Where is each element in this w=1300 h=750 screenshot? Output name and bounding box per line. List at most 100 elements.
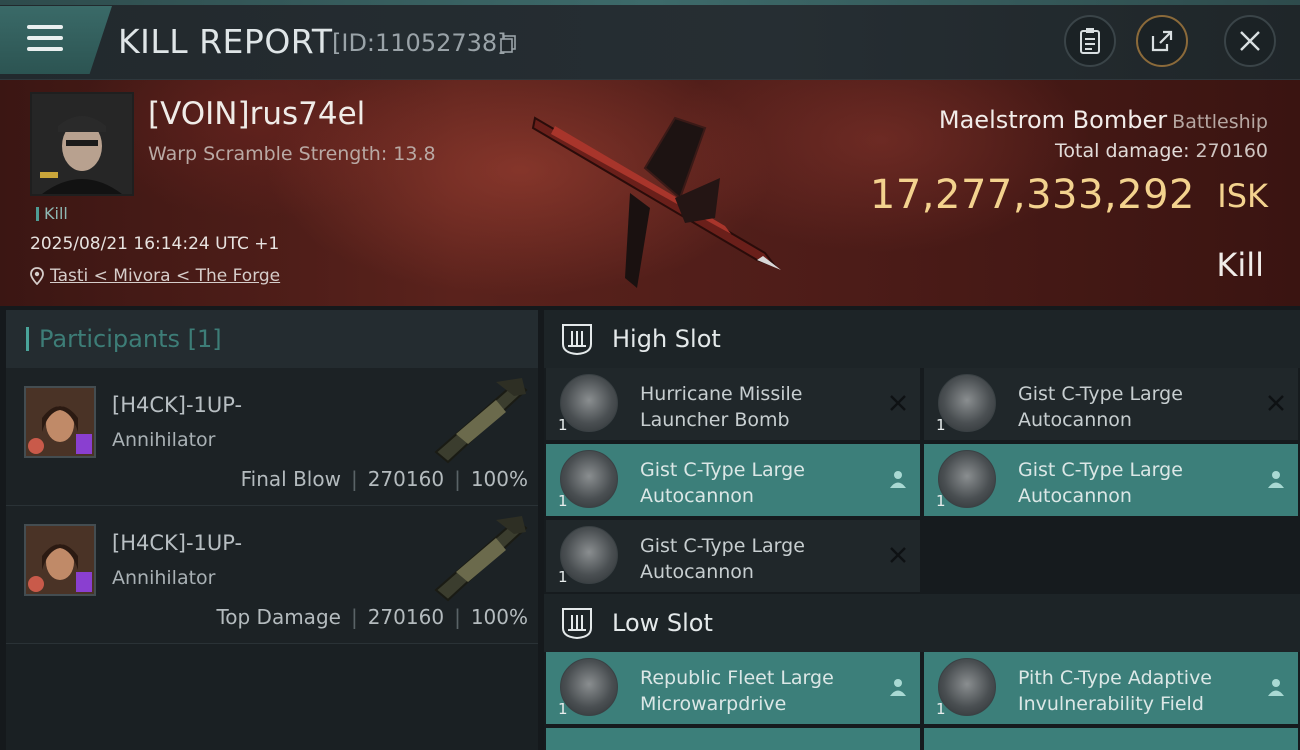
module-name: Pith C-Type Adaptive Invulnerability Fie… xyxy=(1018,667,1212,715)
module-item-partial[interactable] xyxy=(924,728,1298,750)
module-quantity: 1 xyxy=(936,416,946,434)
rank-badge-icon xyxy=(76,434,92,454)
victim-avatar[interactable] xyxy=(30,92,134,196)
total-damage: Total damage: 270160 xyxy=(1055,140,1268,162)
close-icon xyxy=(1240,31,1260,51)
menu-icon-bar xyxy=(27,47,63,51)
kill-datetime: 2025/08/21 16:14:24 UTC +1 xyxy=(30,234,280,254)
participant-row[interactable]: [H4CK]-1UP- Annihilator Top Damage | 270… xyxy=(6,506,538,644)
participant-role: Top Damage xyxy=(216,605,341,629)
participant-name[interactable]: [H4CK]-1UP- xyxy=(112,393,242,417)
menu-icon xyxy=(27,25,63,29)
share-button[interactable] xyxy=(1136,15,1188,67)
close-button[interactable] xyxy=(1224,15,1276,67)
high-slot-header: High Slot xyxy=(544,310,1300,368)
victim-ship-image xyxy=(531,116,781,288)
module-name: Hurricane Missile Launcher Bomb xyxy=(640,383,803,431)
victim-portrait-image xyxy=(32,94,132,194)
microwarpdrive-icon xyxy=(560,658,618,716)
module-item[interactable]: 1 Hurricane Missile Launcher Bomb xyxy=(546,368,920,440)
isk-value: 17,277,333,292 xyxy=(869,172,1195,218)
participant-damage: 270160 xyxy=(367,467,445,491)
dropped-user-icon xyxy=(890,679,906,696)
total-damage-value: 270160 xyxy=(1195,140,1268,162)
invulnerability-field-icon xyxy=(938,658,996,716)
participant-damage: 270160 xyxy=(367,605,445,629)
destroyed-icon xyxy=(1268,395,1284,411)
participant-ship: Annihilator xyxy=(112,429,216,451)
victim-name[interactable]: [VOIN]rus74el xyxy=(148,96,365,132)
top-bar: KILL REPORT [ID:11052738] xyxy=(0,0,1300,80)
ship-class: Battleship xyxy=(1172,111,1268,133)
module-name: Republic Fleet Large Microwarpdrive xyxy=(640,667,834,715)
dropped-user-icon xyxy=(890,471,906,488)
participant-ship: Annihilator xyxy=(112,567,216,589)
module-quantity: 1 xyxy=(558,700,568,718)
module-item[interactable]: 1 Gist C-Type Large Autocannon xyxy=(924,368,1298,440)
rank-badge-icon xyxy=(76,572,92,592)
module-item-partial[interactable] xyxy=(546,728,920,750)
participant-stats: Final Blow | 270160 | 100% xyxy=(241,467,528,491)
participants-title: Participants [1] xyxy=(39,325,222,353)
corp-badge-icon xyxy=(28,576,44,592)
dropped-user-icon xyxy=(1268,679,1284,696)
participant-percent: 100% xyxy=(470,467,528,491)
clipboard-button[interactable] xyxy=(1064,15,1116,67)
module-item[interactable]: 1 Gist C-Type Large Autocannon xyxy=(546,520,920,592)
stat-divider: | xyxy=(350,605,358,629)
high-slot-title: High Slot xyxy=(612,325,721,353)
low-slot-header: Low Slot xyxy=(544,594,1300,652)
missile-launcher-icon xyxy=(560,374,618,432)
participant-avatar[interactable] xyxy=(24,524,96,596)
kill-location[interactable]: Tasti < Mivora < The Forge xyxy=(30,266,280,286)
participant-name[interactable]: [H4CK]-1UP- xyxy=(112,531,242,555)
warp-scramble-strength: Warp Scramble Strength: 13.8 xyxy=(148,143,436,165)
autocannon-icon xyxy=(560,450,618,508)
autocannon-icon xyxy=(560,526,618,584)
module-name: Gist C-Type Large Autocannon xyxy=(1018,459,1183,507)
isk-unit: ISK xyxy=(1217,177,1268,215)
participant-avatar[interactable] xyxy=(24,386,96,458)
ship-info: Maelstrom Bomber Battleship xyxy=(939,106,1268,134)
high-slot-icon xyxy=(562,324,592,356)
total-damage-label: Total damage: xyxy=(1055,140,1190,162)
module-quantity: 1 xyxy=(558,568,568,586)
page-title: KILL REPORT xyxy=(118,22,333,61)
ship-name[interactable]: Maelstrom Bomber xyxy=(939,106,1167,134)
module-name: Gist C-Type Large Autocannon xyxy=(1018,383,1183,431)
participant-row[interactable]: [H4CK]-1UP- Annihilator Final Blow | 270… xyxy=(6,368,538,506)
result-label: Kill xyxy=(1216,246,1264,284)
participant-ship-image xyxy=(434,378,528,464)
stat-divider: | xyxy=(454,467,461,491)
module-quantity: 1 xyxy=(558,416,568,434)
autocannon-icon xyxy=(938,450,996,508)
menu-icon-bar xyxy=(27,36,63,40)
module-name: Gist C-Type Large Autocannon xyxy=(640,459,805,507)
location-link[interactable]: Tasti < Mivora < The Forge xyxy=(50,266,280,286)
participant-role: Final Blow xyxy=(240,467,341,491)
destroyed-icon xyxy=(890,547,906,563)
corp-badge-icon xyxy=(28,438,44,454)
kill-tag: Kill xyxy=(36,204,68,223)
module-item[interactable]: 1 Gist C-Type Large Autocannon xyxy=(546,444,920,516)
participant-ship-image xyxy=(434,516,528,602)
low-slot-title: Low Slot xyxy=(612,609,713,637)
copy-icon[interactable] xyxy=(500,35,516,53)
module-quantity: 1 xyxy=(936,492,946,510)
destroyed-icon xyxy=(890,395,906,411)
fitting-panel: High Slot 1 Hurricane Missile Launcher B… xyxy=(544,310,1300,750)
autocannon-icon xyxy=(938,374,996,432)
victim-banner: [VOIN]rus74el Warp Scramble Strength: 13… xyxy=(0,80,1300,306)
stat-divider: | xyxy=(350,467,358,491)
menu-button[interactable] xyxy=(0,6,112,74)
location-pin-icon xyxy=(30,267,44,285)
share-icon xyxy=(1151,30,1173,52)
report-id: [ID:11052738] xyxy=(332,29,507,57)
participants-header: Participants [1] xyxy=(6,310,538,368)
module-quantity: 1 xyxy=(936,700,946,718)
low-slot-icon xyxy=(562,608,592,640)
participants-accent xyxy=(26,327,29,351)
module-item[interactable]: 1 Pith C-Type Adaptive Invulnerability F… xyxy=(924,652,1298,724)
module-item[interactable]: 1 Gist C-Type Large Autocannon xyxy=(924,444,1298,516)
module-item[interactable]: 1 Republic Fleet Large Microwarpdrive xyxy=(546,652,920,724)
